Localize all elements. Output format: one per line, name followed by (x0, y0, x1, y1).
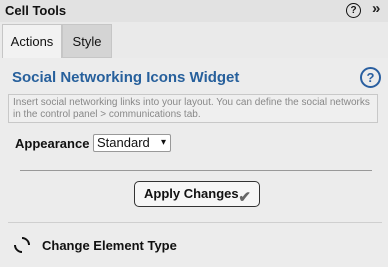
panel-header: Cell Tools ? » (0, 0, 388, 22)
expand-icon[interactable]: » (372, 0, 380, 17)
appearance-selected-value: Standard (97, 135, 150, 150)
actions-panel: Social Networking Icons Widget ? Insert … (0, 58, 388, 267)
appearance-select[interactable]: Standard ▾ (93, 134, 171, 152)
tab-style[interactable]: Style (62, 24, 112, 58)
tab-actions[interactable]: Actions (2, 24, 62, 58)
panel-title: Cell Tools (5, 3, 67, 18)
check-icon: ✔ (238, 189, 251, 206)
widget-description: Insert social networking links into your… (8, 94, 378, 123)
refresh-icon[interactable] (10, 233, 34, 257)
apply-changes-button[interactable]: Apply Changes ✔ (134, 181, 260, 207)
tab-bar: Actions Style (0, 24, 388, 58)
change-element-type-link[interactable]: Change Element Type (42, 238, 177, 253)
divider (8, 222, 382, 223)
apply-changes-label: Apply Changes (144, 186, 239, 201)
widget-title: Social Networking Icons Widget (12, 69, 240, 86)
divider (20, 170, 372, 171)
chevron-down-icon: ▾ (160, 137, 166, 148)
help-icon[interactable]: ? (346, 3, 361, 18)
widget-help-icon[interactable]: ? (360, 67, 381, 88)
appearance-label: Appearance (15, 136, 90, 151)
